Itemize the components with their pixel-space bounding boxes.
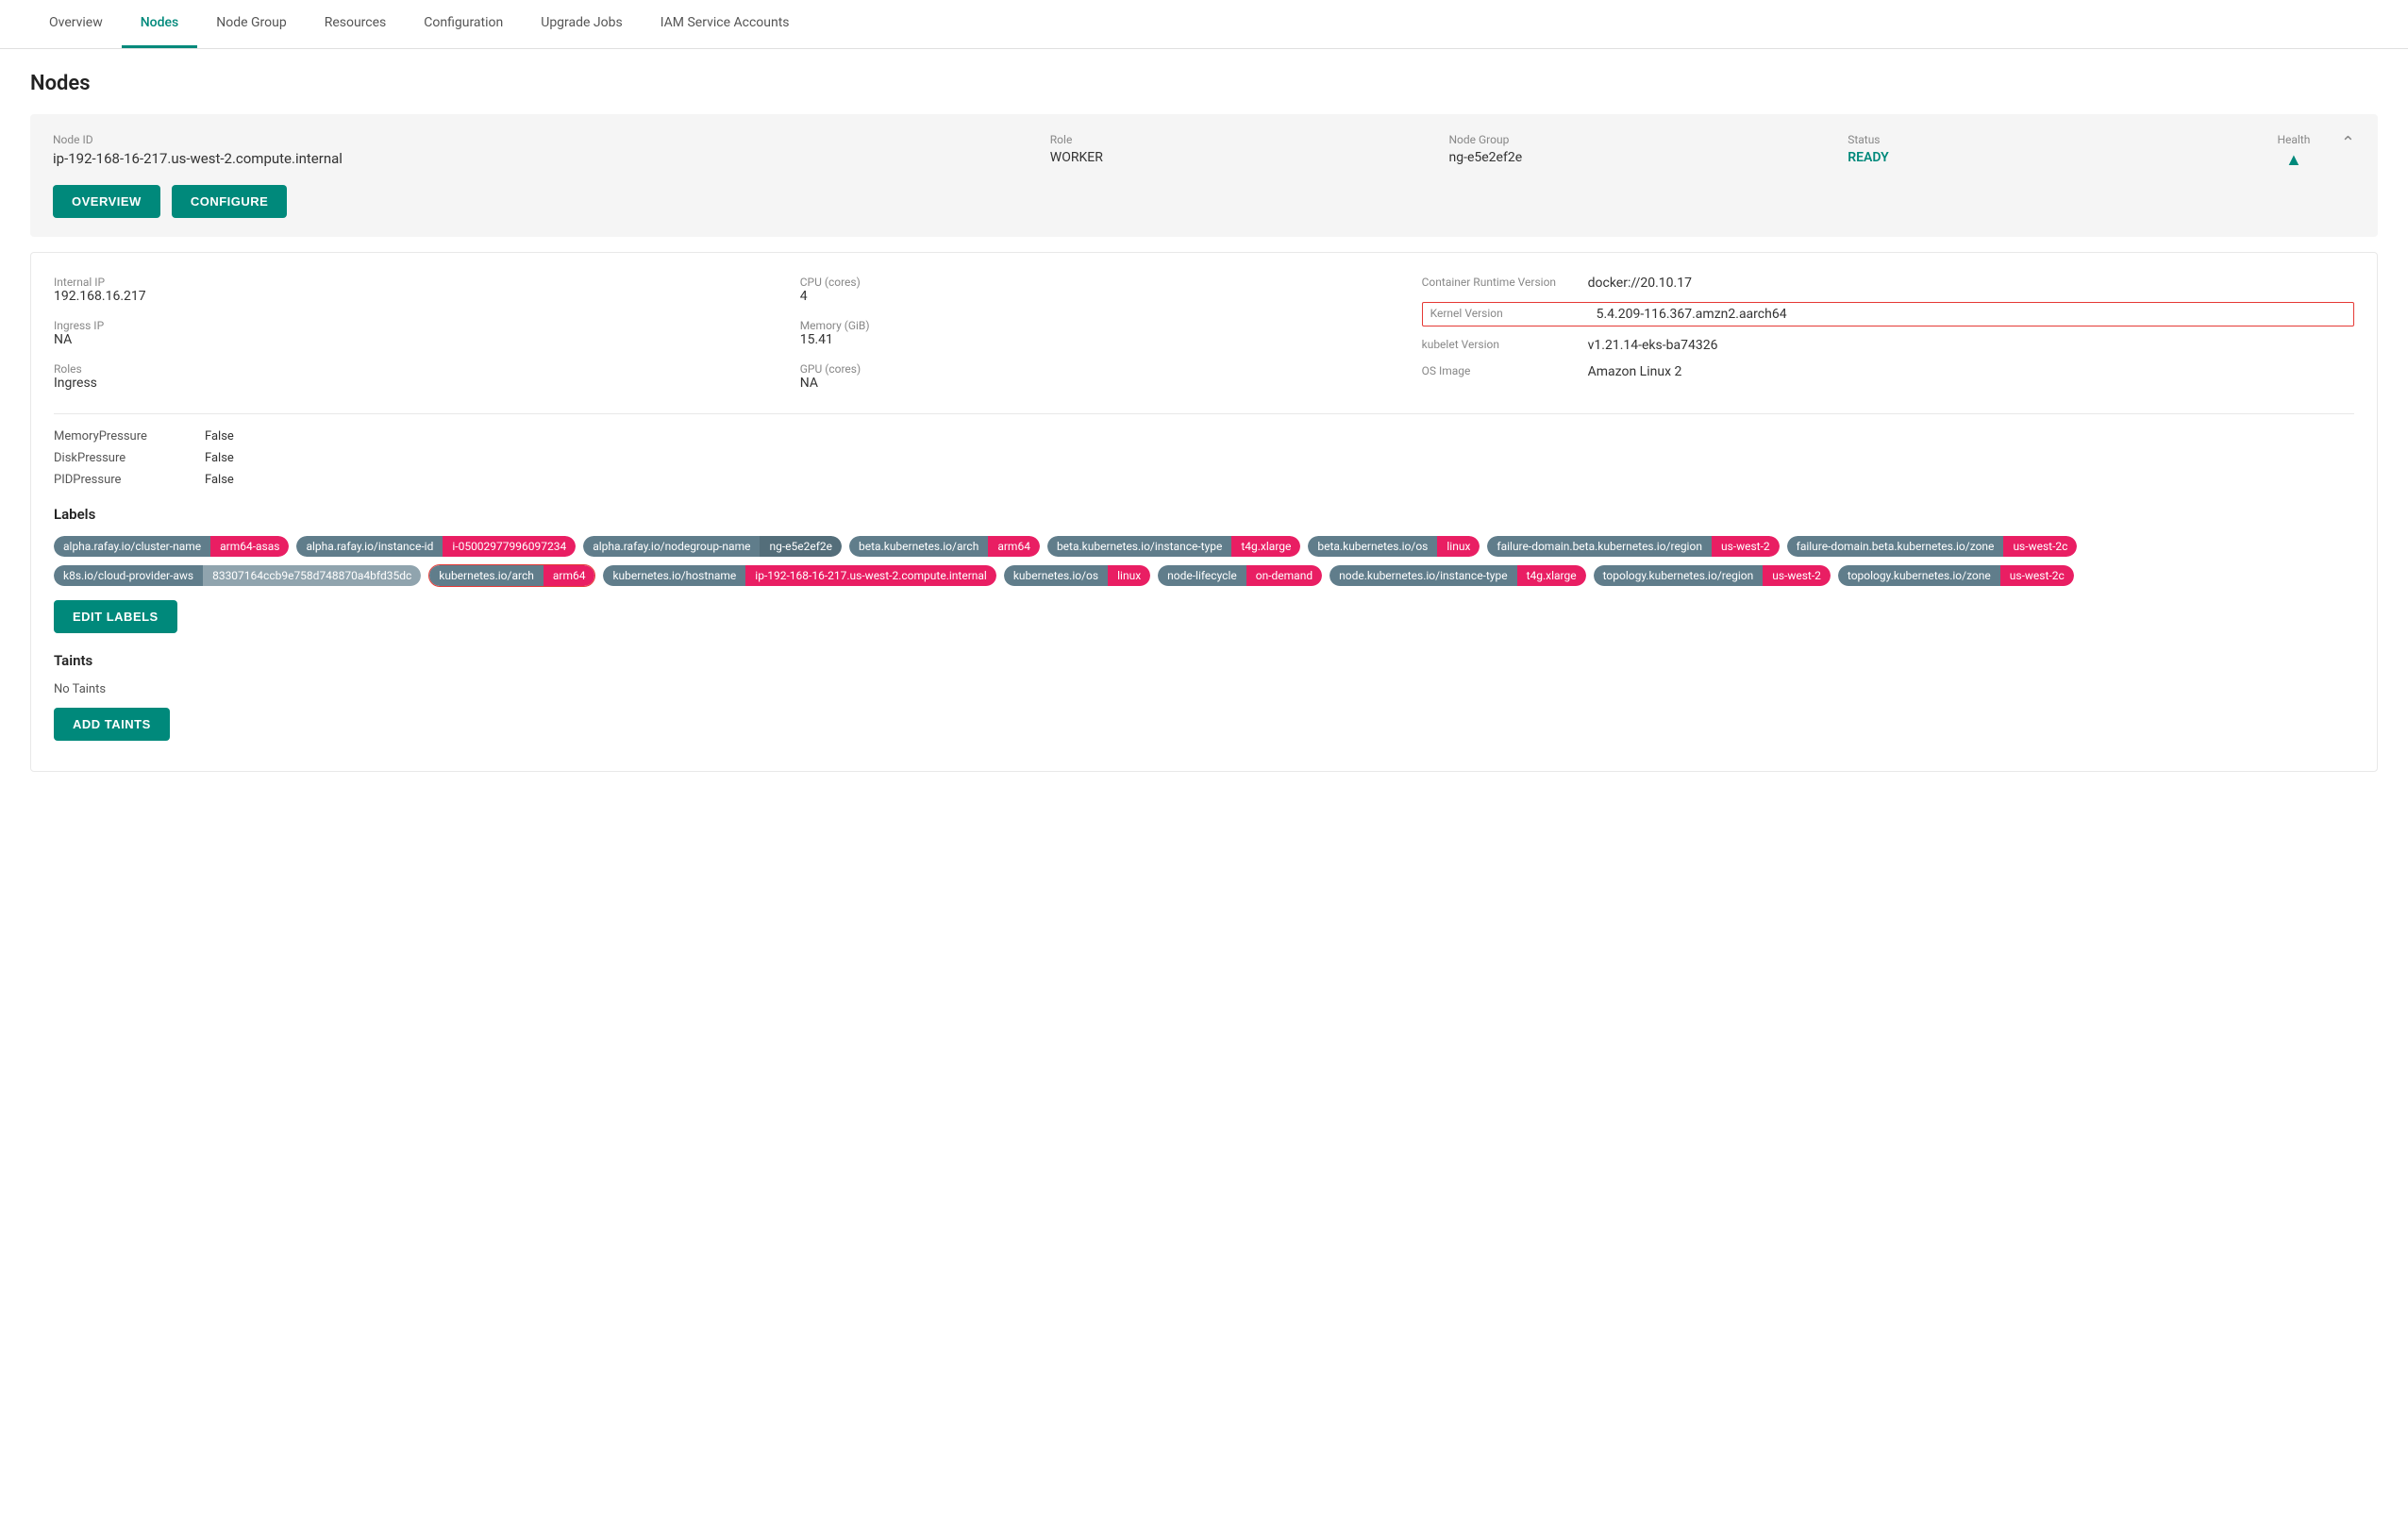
list-item: kubernetes.io/os linux <box>1004 564 1150 587</box>
labels-container: alpha.rafay.io/cluster-name arm64-asas a… <box>54 536 2354 587</box>
internal-ip-row: Internal IP 192.168.16.217 <box>54 276 800 304</box>
node-group-value: ng-e5e2ef2e <box>1448 150 1848 165</box>
collapse-button[interactable]: ⌃ <box>2341 133 2355 153</box>
configure-button[interactable]: CONFIGURE <box>172 185 288 218</box>
status-value: READY <box>1848 150 2247 165</box>
list-item: alpha.rafay.io/nodegroup-name ng-e5e2ef2… <box>583 536 842 557</box>
list-item: failure-domain.beta.kubernetes.io/region… <box>1487 536 1779 557</box>
list-item: alpha.rafay.io/instance-id i-05002977996… <box>296 536 576 557</box>
list-item: node.kubernetes.io/instance-type t4g.xla… <box>1329 564 1586 587</box>
node-group-label: Node Group <box>1448 133 1848 146</box>
kernel-version-row: Kernel Version 5.4.209-116.367.amzn2.aar… <box>1422 302 2354 326</box>
roles-row: Roles Ingress <box>54 362 800 391</box>
list-item: failure-domain.beta.kubernetes.io/zone u… <box>1787 536 2078 557</box>
list-item: beta.kubernetes.io/instance-type t4g.xla… <box>1047 536 1300 557</box>
memory-pressure-row: MemoryPressure False <box>54 429 2354 444</box>
memory-row: Memory (GiB) 15.41 <box>800 319 1422 347</box>
os-image-row: OS Image Amazon Linux 2 <box>1422 364 2354 379</box>
labels-title: Labels <box>54 506 2354 523</box>
gpu-row: GPU (cores) NA <box>800 362 1422 391</box>
list-item: alpha.rafay.io/cluster-name arm64-asas <box>54 536 289 557</box>
node-id-label: Node ID <box>53 133 1050 146</box>
labels-section: Labels alpha.rafay.io/cluster-name arm64… <box>54 506 2354 633</box>
list-item: topology.kubernetes.io/zone us-west-2c <box>1838 564 2074 587</box>
tab-iam-service-accounts[interactable]: IAM Service Accounts <box>642 0 809 48</box>
list-item: kubernetes.io/arch arm64 <box>428 564 595 587</box>
list-item: beta.kubernetes.io/arch arm64 <box>849 536 1040 557</box>
disk-pressure-row: DiskPressure False <box>54 451 2354 465</box>
top-nav: Overview Nodes Node Group Resources Conf… <box>0 0 2408 49</box>
overview-button[interactable]: OVERVIEW <box>53 185 160 218</box>
no-taints-text: No Taints <box>54 682 2354 696</box>
pid-pressure-row: PIDPressure False <box>54 473 2354 487</box>
health-icon: ▲ <box>2247 150 2341 170</box>
status-label: Status <box>1848 133 2247 146</box>
list-item: kubernetes.io/hostname ip-192-168-16-217… <box>603 564 995 587</box>
node-card: Node ID ip-192-168-16-217.us-west-2.comp… <box>30 114 2378 237</box>
container-runtime-row: Container Runtime Version docker://20.10… <box>1422 276 2354 291</box>
edit-labels-button[interactable]: EDIT LABELS <box>54 600 177 633</box>
cpu-row: CPU (cores) 4 <box>800 276 1422 304</box>
role-value: WORKER <box>1050 150 1449 165</box>
tab-node-group[interactable]: Node Group <box>197 0 305 48</box>
pressure-section: MemoryPressure False DiskPressure False … <box>54 429 2354 487</box>
tab-upgrade-jobs[interactable]: Upgrade Jobs <box>522 0 641 48</box>
list-item: k8s.io/cloud-provider-aws 83307164ccb9e7… <box>54 564 421 587</box>
kubelet-version-row: kubelet Version v1.21.14-eks-ba74326 <box>1422 338 2354 353</box>
ingress-ip-row: Ingress IP NA <box>54 319 800 347</box>
tab-overview[interactable]: Overview <box>30 0 122 48</box>
taints-section: Taints No Taints ADD TAINTS <box>54 652 2354 741</box>
health-label: Health <box>2247 133 2341 146</box>
list-item: topology.kubernetes.io/region us-west-2 <box>1594 564 1831 587</box>
list-item: node-lifecycle on-demand <box>1158 564 1322 587</box>
details-section: Internal IP 192.168.16.217 Ingress IP NA… <box>30 252 2378 772</box>
list-item: beta.kubernetes.io/os linux <box>1308 536 1480 557</box>
taints-title: Taints <box>54 652 2354 669</box>
tab-nodes[interactable]: Nodes <box>122 0 197 48</box>
add-taints-button[interactable]: ADD TAINTS <box>54 708 170 741</box>
page-title: Nodes <box>30 72 2378 95</box>
role-label: Role <box>1050 133 1449 146</box>
node-id-value: ip-192-168-16-217.us-west-2.compute.inte… <box>53 150 1050 167</box>
tab-resources[interactable]: Resources <box>306 0 406 48</box>
tab-configuration[interactable]: Configuration <box>405 0 522 48</box>
